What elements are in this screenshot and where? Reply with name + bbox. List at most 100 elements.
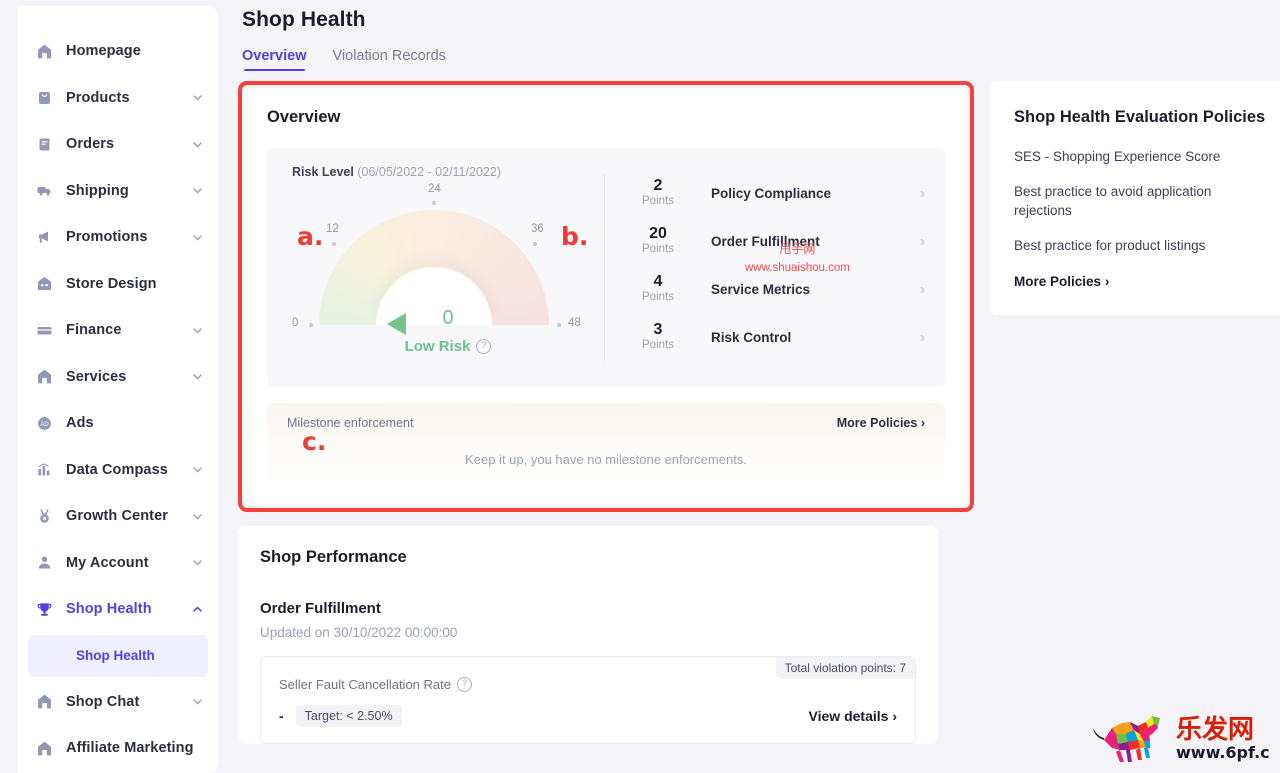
shop-health-policies-card: Shop Health Evaluation Policies SES - Sh…: [990, 81, 1280, 315]
question-mark-icon[interactable]: ?: [476, 339, 491, 354]
shop-performance-card: Shop Performance Order Fulfillment Updat…: [238, 526, 938, 744]
sidebar-item-label: Promotions: [66, 229, 191, 245]
sidebar-item-growth-center[interactable]: Growth Center: [18, 493, 218, 540]
points-value-block: 2 Points: [627, 177, 689, 209]
chevron-down-icon: [191, 370, 204, 383]
gauge-status-label: Low Risk: [405, 338, 471, 355]
points-unit: Points: [627, 194, 689, 209]
chevron-right-icon: ›: [920, 233, 925, 250]
total-violation-points-badge: Total violation points: 7: [776, 657, 915, 679]
sidebar-item-shop-chat[interactable]: Shop Chat: [18, 679, 218, 726]
points-row-order-fulfillment[interactable]: 20 Points Order Fulfillment ›: [627, 217, 925, 265]
trophy-icon: [36, 601, 53, 618]
medal-icon: [36, 508, 53, 525]
gauge-status: Low Risk ?: [292, 338, 604, 355]
annotation-c: c.: [302, 427, 326, 456]
policy-link-ses[interactable]: SES - Shopping Experience Score: [1014, 147, 1266, 166]
points-name: Policy Compliance: [689, 186, 920, 201]
content-row: Overview Risk Level (06/05/2022 - 02/11/…: [238, 81, 1280, 744]
risk-level-panel: Risk Level (06/05/2022 - 02/11/2022): [267, 148, 945, 387]
risk-gauge-section: Risk Level (06/05/2022 - 02/11/2022): [267, 148, 604, 387]
sidebar-item-store-design[interactable]: Store Design: [18, 261, 218, 308]
main-content: Shop Health Overview Violation Records O…: [218, 0, 1280, 773]
bag-icon: [36, 89, 53, 106]
tab-bar: Overview Violation Records: [242, 48, 1280, 71]
chevron-right-icon: ›: [921, 416, 925, 430]
sidebar-item-affiliate-marketing[interactable]: Affiliate Marketing: [18, 725, 218, 772]
left-column: Overview Risk Level (06/05/2022 - 02/11/…: [238, 81, 974, 744]
sidebar-item-label: Products: [66, 90, 191, 106]
sidebar-item-services[interactable]: Services: [18, 354, 218, 401]
tab-overview[interactable]: Overview: [242, 48, 307, 71]
risk-level-header: Risk Level (06/05/2022 - 02/11/2022): [292, 165, 604, 179]
sidebar-item-label: Orders: [66, 136, 191, 152]
sidebar: Homepage Products Orders Shipping Promot…: [18, 6, 218, 773]
policy-link-avoid-rejections[interactable]: Best practice to avoid application rejec…: [1014, 182, 1266, 220]
orders-icon: [36, 136, 53, 153]
chevron-down-icon: [191, 510, 204, 523]
milestone-panel: Milestone enforcement More Policies › Ke…: [267, 403, 945, 487]
chevron-down-icon: [191, 231, 204, 244]
chevron-right-icon: ›: [1105, 274, 1110, 289]
metric-target-badge: Target: < 2.50%: [296, 705, 402, 727]
policies-more-link[interactable]: More Policies ›: [1014, 274, 1266, 289]
view-details-link[interactable]: View details ›: [809, 708, 897, 724]
svg-text:AD: AD: [40, 422, 49, 428]
milestone-empty-text: Keep it up, you have no milestone enforc…: [287, 452, 925, 467]
points-value-block: 20 Points: [627, 225, 689, 257]
milestone-header: Milestone enforcement More Policies ›: [287, 416, 925, 430]
card-icon: [36, 322, 53, 339]
sidebar-item-label: Affiliate Marketing: [66, 740, 204, 756]
points-value: 3: [627, 321, 689, 338]
sidebar-item-promotions[interactable]: Promotions: [18, 214, 218, 261]
sidebar-item-label: Finance: [66, 322, 191, 338]
shop-performance-title: Shop Performance: [260, 548, 916, 567]
sidebar-item-homepage[interactable]: Homepage: [18, 28, 218, 75]
sidebar-item-label: Ads: [66, 415, 204, 431]
sidebar-item-my-account[interactable]: My Account: [18, 540, 218, 587]
sidebar-item-label: Shop Chat: [66, 694, 191, 710]
points-row-policy-compliance[interactable]: 2 Points Policy Compliance ›: [627, 169, 925, 217]
services-icon: [36, 368, 53, 385]
performance-updated-time: Updated on 30/10/2022 00:00:00: [260, 625, 916, 640]
sidebar-item-label: Growth Center: [66, 508, 191, 524]
metric-name: Seller Fault Cancellation Rate ?: [279, 677, 897, 692]
gauge-value: 0: [292, 307, 604, 330]
points-row-service-metrics[interactable]: 4 Points Service Metrics ›: [627, 265, 925, 313]
points-name: Risk Control: [689, 330, 920, 345]
sidebar-subitem-shop-health[interactable]: Shop Health: [28, 635, 208, 677]
points-row-risk-control[interactable]: 3 Points Risk Control ›: [627, 313, 925, 361]
gauge-tick-label-36: 36: [531, 223, 544, 235]
policies-card-title: Shop Health Evaluation Policies: [1014, 103, 1266, 131]
question-mark-icon[interactable]: ?: [457, 677, 472, 692]
metric-card-seller-fault-cancellation-rate: Total violation points: 7 Seller Fault C…: [260, 656, 916, 744]
policy-link-product-listings[interactable]: Best practice for product listings: [1014, 236, 1266, 255]
chat-icon: [36, 693, 53, 710]
chevron-down-icon: [191, 138, 204, 151]
chevron-right-icon: ›: [920, 329, 925, 346]
user-icon: [36, 554, 53, 571]
points-name: Service Metrics: [689, 282, 920, 297]
sidebar-item-shipping[interactable]: Shipping: [18, 168, 218, 215]
sidebar-item-label: Shipping: [66, 183, 191, 199]
sidebar-item-finance[interactable]: Finance: [18, 307, 218, 354]
sidebar-item-shop-health[interactable]: Shop Health: [18, 586, 218, 633]
points-name: Order Fulfillment: [689, 234, 920, 249]
milestone-more-policies-link[interactable]: More Policies ›: [837, 416, 925, 430]
sidebar-item-orders[interactable]: Orders: [18, 121, 218, 168]
tab-violation-records[interactable]: Violation Records: [333, 48, 446, 71]
chevron-down-icon: [191, 324, 204, 337]
megaphone-icon: [36, 229, 53, 246]
chevron-down-icon: [191, 463, 204, 476]
store-icon: [36, 275, 53, 292]
metric-name-label: Seller Fault Cancellation Rate: [279, 677, 451, 692]
sidebar-item-data-compass[interactable]: Data Compass: [18, 447, 218, 494]
sidebar-item-ads[interactable]: AD Ads: [18, 400, 218, 447]
sidebar-item-products[interactable]: Products: [18, 75, 218, 122]
overview-card-title: Overview: [267, 108, 945, 127]
chevron-down-icon: [191, 91, 204, 104]
ads-icon: AD: [36, 415, 53, 432]
view-details-label: View details: [809, 708, 889, 724]
points-value-block: 4 Points: [627, 273, 689, 305]
points-unit: Points: [627, 242, 689, 257]
